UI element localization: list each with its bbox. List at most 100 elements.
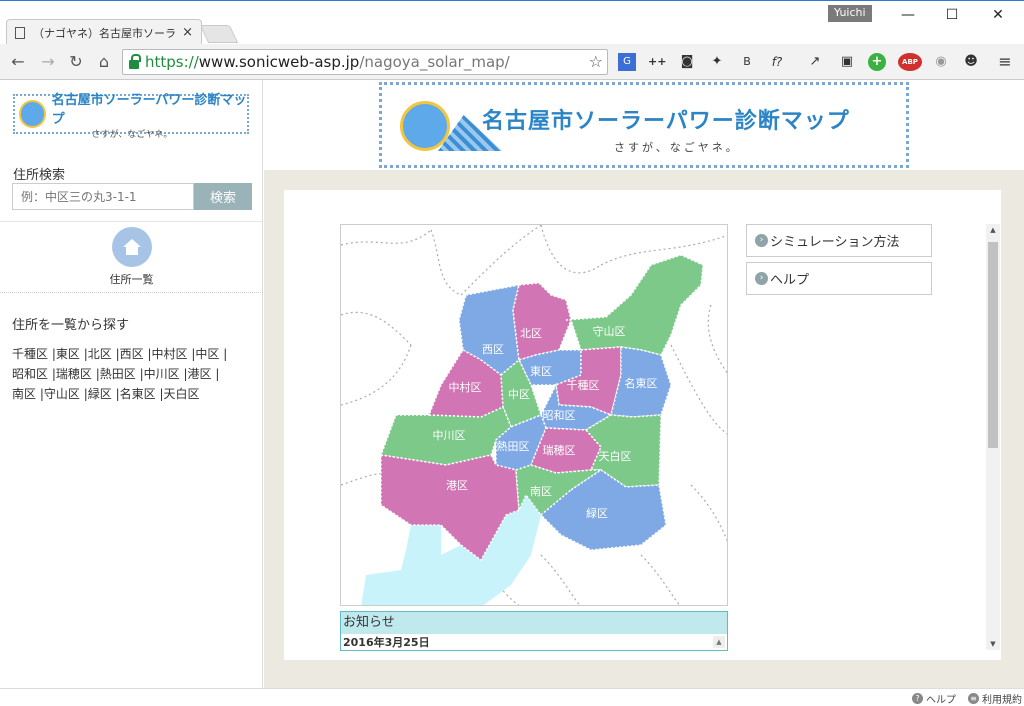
bookmark-star-icon[interactable]: ☆: [589, 52, 603, 71]
ward-link[interactable]: 西区: [120, 347, 144, 361]
address-list-link[interactable]: 住所一覧: [0, 271, 263, 287]
ward-label-minami: 南区: [530, 485, 552, 498]
tab-title: （ナゴヤネ）名古屋市ソーラ·: [33, 26, 177, 40]
address-bar[interactable]: https://www.sonicweb-asp.jp/nagoya_solar…: [122, 49, 608, 75]
logo-title: 名古屋市ソーラーパワー診断マップ: [51, 92, 247, 127]
sun-mascot-icon: [19, 100, 46, 128]
extension-face-icon[interactable]: ☻: [962, 53, 980, 71]
ward-label-nishi: 西区: [482, 343, 504, 356]
ward-label-meito: 名東区: [625, 376, 658, 390]
divider: [0, 292, 263, 293]
font-finder-icon[interactable]: f?: [768, 53, 786, 71]
ward-link[interactable]: 東区: [56, 347, 80, 361]
banner-logo: 名古屋市ソーラーパワー診断マップ さすが、なごヤネ。: [379, 82, 909, 168]
news-box[interactable]: お知らせ 2016年3月25日 ▲: [340, 611, 728, 651]
new-tab-button[interactable]: [199, 25, 239, 43]
ward-link[interactable]: 南区: [12, 387, 36, 401]
close-window-button[interactable]: ✕: [978, 7, 1018, 23]
lock-icon: [129, 53, 141, 69]
site-logo[interactable]: 名古屋市ソーラーパワー診断マップ さすが、なごヤネ。: [13, 93, 249, 140]
evernote-icon[interactable]: ✦: [708, 53, 726, 71]
document-icon: [15, 26, 25, 39]
ward-label-midori: 緑区: [586, 506, 608, 520]
news-scroll-up-icon[interactable]: ▲: [713, 636, 725, 648]
footer-help-link[interactable]: ? ヘルプ: [912, 691, 956, 706]
ward-link[interactable]: 名東区: [120, 387, 156, 401]
tab-close-icon[interactable]: ×: [182, 25, 193, 40]
reload-button[interactable]: ↻: [66, 52, 86, 71]
scroll-down-icon[interactable]: ▼: [986, 640, 1000, 648]
scrollbar-thumb[interactable]: [988, 242, 998, 448]
ward-label-chikusa: 千種区: [567, 378, 600, 392]
simulation-method-label: シミュレーション方法: [770, 235, 900, 250]
ward-kita[interactable]: [512, 282, 572, 361]
ward-link[interactable]: 熱田区: [100, 367, 136, 381]
scroll-up-icon[interactable]: ▲: [986, 226, 1000, 234]
help-button[interactable]: › ヘルプ: [746, 262, 932, 295]
ward-link[interactable]: 北区: [88, 347, 112, 361]
ward-list-title: 住所を一覧から探す: [12, 318, 130, 333]
footer-terms-link[interactable]: ≡ 利用規約: [968, 691, 1022, 706]
extension-add-icon[interactable]: +: [868, 53, 886, 71]
news-heading: お知らせ: [341, 612, 727, 634]
news-date: 2016年3月25日: [343, 636, 430, 649]
home-icon[interactable]: [112, 227, 152, 267]
search-button[interactable]: 検索: [194, 183, 252, 210]
ward-label-moriyama: 守山区: [593, 324, 626, 338]
main-area: 名古屋市ソーラーパワー診断マップ さすが、なごヤネ。 北区 西区 守山区 東区 …: [264, 80, 1024, 688]
extension-plusplus-icon[interactable]: ++: [648, 53, 666, 71]
browser-tab[interactable]: （ナゴヤネ）名古屋市ソーラ· ×: [6, 19, 202, 45]
chevron-right-icon: ›: [755, 234, 768, 247]
address-search-input[interactable]: [12, 183, 194, 210]
ward-link[interactable]: 昭和区: [12, 367, 48, 381]
ward-label-nakagawa: 中川区: [433, 429, 466, 442]
sidebar: 名古屋市ソーラーパワー診断マップ さすが、なごヤネ。 住所検索 検索 住所一覧 …: [0, 80, 263, 688]
minimize-button[interactable]: —: [888, 7, 928, 23]
extension-arrow-icon[interactable]: ↗: [806, 53, 824, 71]
google-translate-icon[interactable]: G: [618, 53, 636, 71]
vertical-scrollbar[interactable]: ▲ ▼: [986, 224, 1000, 650]
page: 名古屋市ソーラーパワー診断マップ さすが、なごヤネ。 住所検索 検索 住所一覧 …: [0, 80, 1024, 688]
browser-titlebar: （ナゴヤネ）名古屋市ソーラ· × Yuichi — ☐ ✕: [0, 0, 1024, 45]
sun-mascot-icon: [400, 101, 450, 151]
camera-icon[interactable]: ◉: [932, 53, 950, 71]
ward-link[interactable]: 港区: [188, 367, 212, 381]
ward-link[interactable]: 中区: [195, 347, 219, 361]
footer-bar: ? ヘルプ ≡ 利用規約: [0, 688, 1024, 706]
ward-link[interactable]: 中川区: [144, 367, 180, 381]
profile-name[interactable]: Yuichi: [828, 5, 872, 22]
ward-label-nakamura: 中村区: [449, 380, 482, 394]
ward-link[interactable]: 中村区: [152, 347, 188, 361]
banner-title: 名古屋市ソーラーパワー診断マップ: [482, 109, 850, 134]
browser-toolbar: ← → ↻ ⌂ https://www.sonicweb-asp.jp/nago…: [0, 44, 1024, 80]
header-banner: 名古屋市ソーラーパワー診断マップ さすが、なごヤネ。: [264, 80, 1024, 170]
chrome-menu-icon[interactable]: ≡: [996, 53, 1014, 71]
search-label: 住所検索: [13, 168, 66, 183]
ward-moriyama[interactable]: [565, 254, 704, 356]
ward-map-svg[interactable]: 北区 西区 守山区 東区 中村区 中区 千種区 名東区 昭和区 中川区 熱田区 …: [341, 225, 728, 606]
extension-window-icon[interactable]: ▣: [838, 53, 856, 71]
adblock-plus-icon[interactable]: ABP: [898, 53, 922, 71]
ward-link[interactable]: 瑞穂区: [56, 367, 92, 381]
ward-link[interactable]: 千種区: [12, 347, 48, 361]
divider: [0, 221, 263, 222]
ward-label-mizuho: 瑞穂区: [543, 443, 576, 457]
ward-label-kita: 北区: [520, 327, 542, 340]
ward-map[interactable]: 北区 西区 守山区 東区 中村区 中区 千種区 名東区 昭和区 中川区 熱田区 …: [340, 224, 728, 606]
ward-link[interactable]: 緑区: [88, 387, 112, 401]
ward-list: 千種区 |東区 |北区 |西区 |中村区 |中区 | 昭和区 |瑞穂区 |熱田区 …: [12, 347, 228, 401]
ward-label-higashi: 東区: [530, 365, 552, 378]
ward-label-showa: 昭和区: [543, 409, 576, 422]
home-button[interactable]: ⌂: [94, 52, 114, 71]
simulation-method-button[interactable]: › シミュレーション方法: [746, 224, 932, 257]
banner-subtitle: さすが、なごヤネ。: [614, 141, 740, 154]
pocket-icon[interactable]: ◙: [678, 53, 696, 71]
extension-b-icon[interactable]: B: [738, 53, 756, 71]
ward-link[interactable]: 天白区: [164, 387, 200, 401]
url-text: https://www.sonicweb-asp.jp/nagoya_solar…: [145, 53, 510, 71]
ward-label-naka: 中区: [508, 388, 530, 401]
back-button[interactable]: ←: [8, 52, 28, 71]
forward-button[interactable]: →: [38, 52, 58, 71]
ward-link[interactable]: 守山区: [44, 387, 80, 401]
maximize-button[interactable]: ☐: [932, 7, 972, 23]
